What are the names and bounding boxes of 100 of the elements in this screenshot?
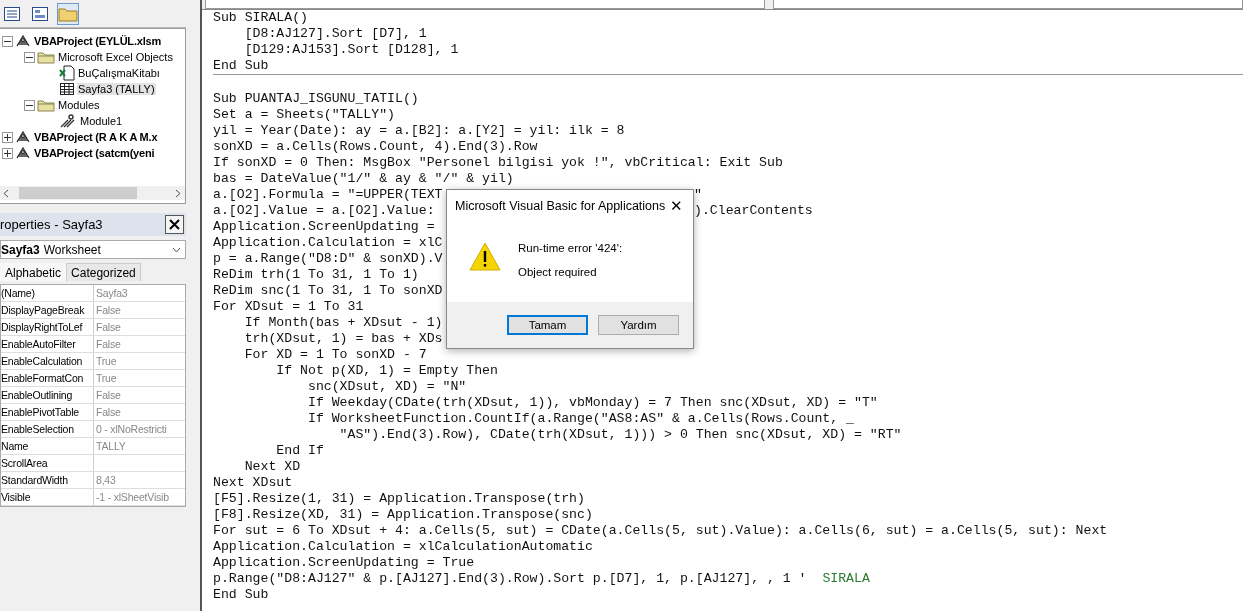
code-line: [F8].Resize(XD, 31) = Application.Transpose(snc) — [213, 507, 593, 522]
warning-icon — [469, 242, 501, 271]
property-name: EnableSelection — [1, 421, 94, 437]
property-value[interactable]: True — [94, 353, 185, 369]
property-value[interactable]: False — [94, 302, 185, 318]
tree-item[interactable]: VBAProject (EYLÜL.xlsm — [33, 35, 163, 47]
tree-item[interactable]: BuÇalışmaKitabı — [77, 67, 161, 79]
code-view-icon — [4, 6, 20, 21]
workbook-icon — [59, 65, 75, 81]
form-view-icon — [32, 6, 48, 21]
property-name: Visible — [1, 489, 94, 505]
code-line: Application.Calculation = xlC — [213, 235, 443, 250]
error-message: Run-time error '424': — [518, 242, 623, 254]
expand-toggle-icon[interactable] — [2, 147, 13, 159]
procedure-dropdown[interactable] — [773, 0, 1243, 9]
code-line: Set a = Sheets("TALLY") — [213, 107, 396, 122]
property-value[interactable]: 8,43 — [94, 472, 185, 488]
property-name: DisplayRightToLef — [1, 319, 94, 335]
code-line: Next XD — [243, 459, 301, 474]
code-line: " — [694, 187, 702, 203]
close-button[interactable]: ✕ — [668, 197, 685, 215]
code-line: If Not p(XD, 1) = Empty Then — [275, 363, 498, 378]
property-value[interactable]: 0 - xlNoRestricti — [94, 421, 185, 437]
code-line: sonXD = a.Cells(Rows.Count, 4).End(3).Row — [213, 139, 538, 154]
code-line: snc(XDsut, XD) = "N" — [306, 379, 467, 394]
sheet-icon — [59, 81, 75, 97]
code-line: For XDsut = 1 To 31 — [213, 299, 364, 314]
code-line: ReDim snc(1 To 31, 1 To sonXD — [213, 283, 443, 298]
code-line: ).ClearContents — [694, 203, 813, 219]
code-line: Next XDsut — [213, 475, 293, 490]
code-line: If Month(bas + XDsut - 1) — [243, 315, 443, 330]
close-icon — [169, 219, 180, 230]
project-icon — [15, 33, 31, 49]
code-line: If Weekday(CDate(trh(XDsut, 1)), vbMonday) = 7 Then snc(XDsut, XD) = "T" — [306, 395, 878, 410]
tree-item[interactable]: VBAProject (R A K A M.x — [33, 131, 159, 143]
folder-icon — [37, 50, 55, 64]
project-icon — [15, 129, 31, 145]
collapse-toggle-icon[interactable] — [24, 99, 35, 111]
code-line: ReDim trh(1 To 31, 1 To 1) — [213, 267, 419, 282]
property-value[interactable]: TALLY — [94, 438, 185, 454]
folder-icon — [37, 98, 55, 112]
expand-toggle-icon[interactable] — [2, 131, 13, 143]
code-line: If WorksheetFunction.CountIf(a.Range("AS8:AS" & a.Cells(Rows.Count, _ — [306, 411, 855, 426]
property-name: (Name) — [1, 285, 94, 301]
tab[interactable]: Categorized — [66, 263, 141, 281]
property-value[interactable]: False — [94, 404, 185, 420]
property-value[interactable]: False — [94, 336, 185, 352]
property-value[interactable]: -1 - xlSheetVisib — [94, 489, 185, 505]
code-line: [D129:AJ153].Sort [D128], 1 — [243, 42, 459, 57]
code-line: For sut = 6 To XDsut + 4: a.Cells(5, sut) = CDate(a.Cells(5, sut).Value): a.Cells(6, sut) = a.Cells(5, sut): Next — [213, 523, 1108, 538]
code-line: yil = Year(Date): ay = a.[B2]: a.[Y2] = yil: ilk = 8 — [213, 123, 625, 138]
property-value[interactable]: True — [94, 370, 185, 386]
close-button[interactable] — [165, 215, 184, 234]
object-dropdown[interactable] — [205, 0, 765, 9]
property-name: Name — [1, 438, 94, 454]
code-line: Application.Calculation = xlCalculationAutomatic — [213, 539, 593, 554]
code-line: For XD = 1 To sonXD - 7 — [243, 347, 427, 362]
property-name: EnableCalculation — [1, 353, 94, 369]
code-line: a.[O2].Value = a.[O2].Value: — [213, 203, 435, 218]
property-value[interactable]: False — [94, 319, 185, 335]
horizontal-scrollbar[interactable] — [0, 186, 185, 200]
property-value[interactable]: False — [94, 387, 185, 403]
property-value[interactable]: Sayfa3 — [94, 285, 185, 301]
code-line: p.Range("D8:AJ127" & p.[AJ127].End(3).Row).Sort p.[D7], 1, p.[AJ127], , 1 ' SIRALA — [213, 571, 870, 586]
property-name: StandardWidth — [1, 472, 94, 488]
dialog-button[interactable]: Yardım — [598, 315, 679, 335]
tree-item[interactable]: Modules — [57, 99, 101, 111]
property-name: EnableAutoFilter — [1, 336, 94, 352]
code-line: End Sub — [213, 587, 269, 602]
collapse-toggle-icon[interactable] — [2, 35, 13, 47]
property-name: ScrollArea — [1, 455, 94, 471]
scroll-left-icon[interactable] — [3, 188, 9, 198]
tab[interactable]: Alphabetic — [0, 263, 67, 281]
object-dropdown[interactable]: Sayfa3 Worksheet — [0, 240, 186, 259]
folder-icon — [58, 5, 78, 22]
caret-icon — [172, 246, 181, 253]
code-line: p = a.Range("D8:D" & sonXD).V — [213, 251, 443, 266]
tree-item[interactable]: Microsoft Excel Objects — [57, 51, 174, 63]
scroll-right-icon[interactable] — [175, 188, 181, 198]
dialog-title: Microsoft Visual Basic for Applications — [455, 199, 666, 213]
code-line: Sub SIRALA() — [213, 10, 308, 25]
property-name: EnableFormatCon — [1, 370, 94, 386]
tree-item[interactable]: Module1 — [79, 115, 124, 127]
collapse-toggle-icon[interactable] — [24, 51, 35, 63]
code-line: If sonXD = 0 Then: MsgBox "Personel bilgisi yok !", vbCritical: Exit Sub — [213, 155, 783, 170]
code-line: trh(XDsut, 1) = bas + XDs — [243, 331, 443, 346]
tree-item[interactable]: VBAProject (satcm(yeni — [33, 147, 156, 159]
code-line: bas = DateValue("1/" & ay & "/" & yil) — [213, 171, 514, 186]
code-line: Application.ScreenUpdating = True — [213, 555, 475, 570]
property-name: DisplayPageBreak — [1, 302, 94, 318]
code-line: [F5].Resize(1, 31) = Application.Transpose(trh) — [213, 491, 585, 506]
code-line: a.[O2].Formula = "=UPPER(TEXT — [213, 187, 443, 202]
error-message: Object required — [518, 266, 598, 278]
code-line: End Sub — [213, 58, 269, 73]
code-line: Sub PUANTAJ_ISGUNU_TATIL() — [213, 91, 419, 106]
property-name: EnableOutlining — [1, 387, 94, 403]
dialog-button[interactable]: Tamam — [507, 315, 588, 335]
tree-item[interactable]: Sayfa3 (TALLY) — [77, 83, 156, 95]
property-name: EnablePivotTable — [1, 404, 94, 420]
code-line: "AS").End(3).Row), CDate(trh(XDsut, 1))) > 0 Then snc(XDsut, XD) = "RT" — [338, 427, 902, 442]
